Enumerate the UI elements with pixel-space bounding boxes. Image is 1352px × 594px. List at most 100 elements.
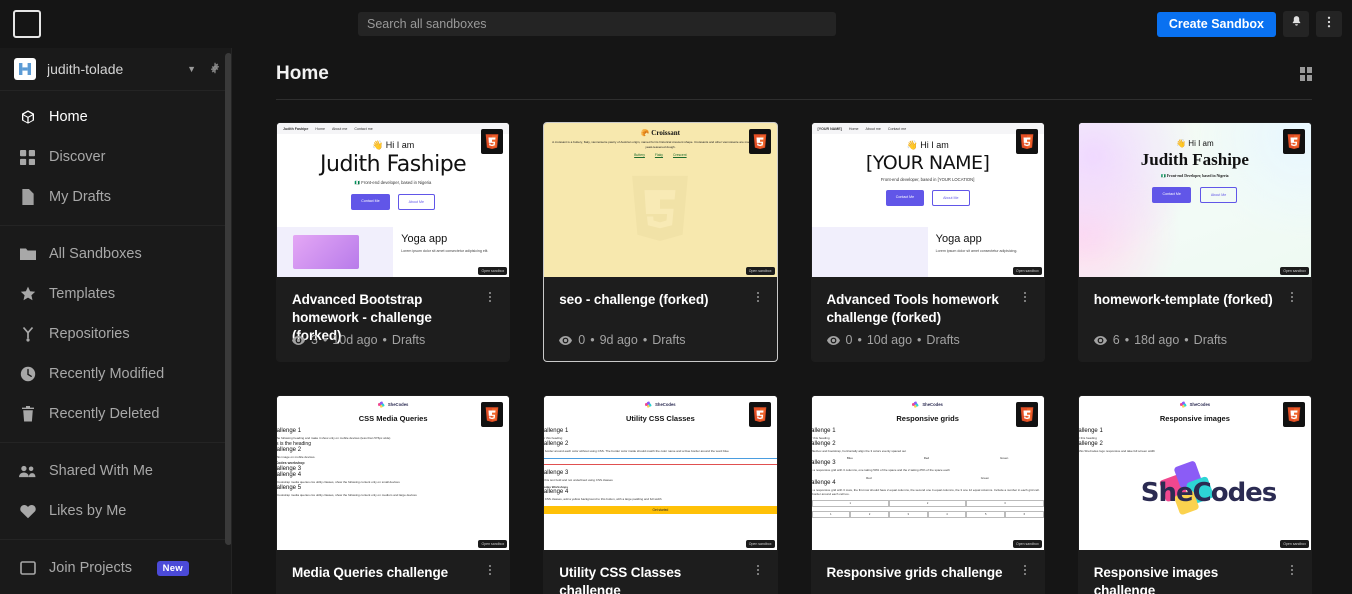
sandbox-options-icon[interactable]: [483, 289, 497, 305]
preview-item-heading: Challenge 1: [1078, 428, 1103, 434]
eye-icon: [292, 335, 305, 346]
create-sandbox-button[interactable]: Create Sandbox: [1156, 11, 1276, 37]
sidebar-item-recently-deleted[interactable]: Recently Deleted: [0, 394, 231, 434]
sandbox-title: Advanced Tools homework challenge (forke…: [826, 292, 999, 325]
sandbox-meta: 0 • 9d ago • Drafts: [559, 333, 686, 347]
sandbox-card[interactable]: SheCodes Responsive grids Challenge 1 Ce…: [810, 395, 1045, 594]
codesandbox-logo-icon[interactable]: [13, 10, 41, 38]
open-sandbox-chip[interactable]: Open sandbox: [1012, 539, 1042, 548]
sidebar-item-all-sandboxes[interactable]: All Sandboxes: [0, 234, 231, 274]
sidebar-item-shared-with-me[interactable]: Shared With Me: [0, 451, 231, 491]
sidebar-item-label: Likes by Me: [49, 503, 127, 519]
open-sandbox-chip[interactable]: Open sandbox: [1280, 266, 1309, 275]
sandbox-card[interactable]: SheCodes Utility CSS Classes Challenge 1…: [543, 395, 778, 594]
preview-logo-text: SheCodes: [387, 402, 409, 407]
preview-color: Blue: [846, 456, 853, 460]
sandbox-card-body: Advanced Bootstrap homework - challenge …: [277, 277, 509, 361]
main-content: Home Judith Fashipe Home About me Contac…: [232, 48, 1352, 594]
sandbox-thumbnail: 🥐 Croissant A croissant is a buttery, fl…: [544, 123, 777, 277]
sidebar-scrollbar[interactable]: [225, 53, 231, 545]
sidebar-item-my-drafts[interactable]: My Drafts: [0, 177, 231, 217]
branch-icon: [18, 326, 37, 342]
preview-secondary-button: About Me: [1199, 187, 1238, 203]
sidebar-item-discover[interactable]: Discover: [0, 137, 231, 177]
sandbox-options-icon[interactable]: [751, 562, 765, 578]
sandbox-card[interactable]: 🥐 Croissant A croissant is a buttery, fl…: [543, 122, 778, 362]
preview-item-heading: Challenge 2: [811, 440, 836, 447]
sidebar-item-recently-modified[interactable]: Recently Modified: [0, 354, 231, 394]
sandbox-title: homework-template (forked): [1093, 292, 1273, 307]
sandbox-options-icon[interactable]: [1018, 562, 1032, 578]
workspace-selector[interactable]: judith-tolade ▼: [0, 48, 231, 91]
preview-title: Utility CSS Classes: [625, 414, 695, 423]
preview-item-heading: Challenge 2: [544, 440, 569, 447]
sandbox-card-body: Utility CSS Classes challenge: [544, 550, 776, 594]
preview-secondary-button: About Me: [397, 194, 436, 210]
sidebar-item-label: Shared With Me: [49, 463, 153, 479]
open-sandbox-chip[interactable]: Open sandbox: [745, 539, 775, 548]
open-sandbox-chip[interactable]: Open sandbox: [1280, 539, 1309, 548]
sidebar-item-likes-by-me[interactable]: Likes by Me: [0, 491, 231, 531]
thumbnail-preview: SheCodes Utility CSS Classes Challenge 1…: [544, 396, 777, 550]
sidebar-group-projects: Join Projects New: [0, 542, 231, 594]
preview-logo-text: SheCodes: [922, 402, 943, 407]
preview-subtitle: Front-end developer, based in [YOUR LOCA…: [880, 177, 975, 182]
notifications-button[interactable]: [1283, 11, 1309, 37]
sidebar-item-templates[interactable]: Templates: [0, 274, 231, 314]
sidebar-item-home[interactable]: Home: [0, 97, 231, 137]
open-sandbox-chip[interactable]: Open sandbox: [1012, 266, 1042, 275]
sandbox-location: Drafts: [652, 333, 686, 347]
sandbox-card[interactable]: 👋 Hi I am Judith Fashipe 🇳🇬 Front-end De…: [1077, 122, 1312, 362]
sandbox-title: seo - challenge (forked): [559, 292, 709, 307]
open-sandbox-chip[interactable]: Open sandbox: [478, 266, 508, 275]
preview-item-text: Create a responsive grid with 3 rows, th…: [812, 487, 1040, 497]
gear-icon[interactable]: [209, 62, 221, 77]
sidebar-item-label: Home: [49, 109, 88, 125]
sandbox-options-icon[interactable]: [751, 289, 765, 305]
grid-view-icon[interactable]: [1300, 66, 1312, 81]
sandbox-title: Utility CSS Classes challenge: [559, 565, 682, 594]
sandbox-card[interactable]: SheCodes CSS Media Queries Challenge 1 H…: [276, 395, 511, 594]
preview-wordmark: SheCodes: [1140, 478, 1278, 508]
sandbox-meta: 6 • 18d ago • Drafts: [1093, 333, 1227, 347]
preview-item-heading: Challenge 4: [811, 479, 836, 486]
sandbox-options-icon[interactable]: [483, 562, 497, 578]
sidebar-item-label: Join Projects: [49, 560, 133, 576]
preview-section-title: Yoga app: [401, 233, 448, 245]
chevron-down-icon[interactable]: ▼: [187, 64, 196, 74]
html5-icon: [1283, 402, 1305, 427]
preview-logo-text: SheCodes: [1189, 402, 1211, 407]
sandbox-options-icon[interactable]: [1285, 289, 1299, 305]
sandbox-title: Responsive images challenge: [1093, 565, 1219, 594]
sandbox-options-icon[interactable]: [1018, 289, 1032, 305]
workspace-name: judith-tolade: [47, 61, 124, 77]
preview-name: [YOUR NAME]: [865, 152, 990, 174]
more-options-button[interactable]: [1316, 11, 1342, 37]
sidebar-divider: [0, 442, 231, 443]
sandbox-thumbnail: 👋 Hi I am Judith Fashipe 🇳🇬 Front-end De…: [1078, 123, 1311, 277]
html5-icon: [748, 129, 771, 154]
preview-item-heading: Challenge 5: [277, 484, 302, 491]
preview-color: Red: [923, 456, 930, 460]
open-sandbox-chip[interactable]: Open sandbox: [478, 539, 508, 548]
search-input[interactable]: [358, 12, 836, 36]
sidebar-item-join-projects[interactable]: Join Projects New: [0, 548, 231, 588]
html5-watermark-icon: [629, 175, 691, 250]
sandbox-location: Drafts: [391, 333, 426, 347]
sidebar-item-repositories[interactable]: Repositories: [0, 314, 231, 354]
sandbox-options-icon[interactable]: [1285, 562, 1299, 578]
sandbox-title: Responsive grids challenge: [826, 565, 1003, 580]
preview-title: Responsive images: [1159, 414, 1230, 423]
thumbnail-preview: Judith Fashipe Home About me Contact me …: [277, 123, 510, 277]
open-sandbox-chip[interactable]: Open sandbox: [745, 266, 775, 275]
sandbox-card[interactable]: Judith Fashipe Home About me Contact me …: [276, 122, 511, 362]
sandbox-card[interactable]: [YOUR NAME] Home About me Contact me 👋 H…: [810, 122, 1045, 362]
preview-link: Crescent: [673, 153, 687, 157]
preview-subtitle: 🇳🇬 Front-end Developer, based in Nigeria: [1161, 174, 1229, 178]
sandbox-card[interactable]: SheCodes Responsive images Challenge 1 C…: [1077, 395, 1312, 594]
preview-heading: 🥐 Croissant: [640, 129, 680, 137]
sidebar-item-label: My Drafts: [49, 189, 112, 205]
html5-icon: [481, 129, 504, 154]
preview-section-title: Yoga app: [935, 233, 982, 245]
window-icon: [18, 561, 37, 575]
